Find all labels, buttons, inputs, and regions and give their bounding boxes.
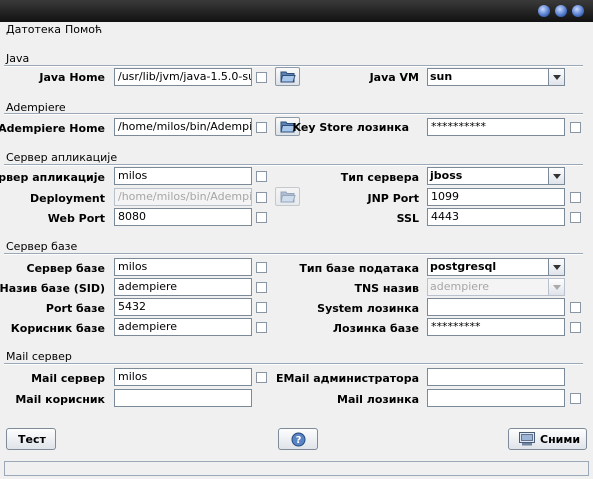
test-button-label: Тест (18, 433, 46, 446)
java-vm-value: sun (430, 70, 453, 83)
app-server-field[interactable]: milos (114, 167, 252, 185)
db-server-label: Сервер базе (26, 262, 106, 275)
title-bar[interactable] (0, 0, 593, 22)
java-vm-label: Java VM (369, 71, 419, 84)
mail-password-field[interactable] (427, 389, 565, 407)
save-button-label: Сними (540, 433, 581, 446)
section-adempiere-separator (4, 113, 583, 115)
chevron-down-icon[interactable] (548, 69, 564, 85)
jnp-port-label: JNP Port (367, 192, 420, 205)
help-icon: ? (291, 432, 306, 447)
web-port-checkbox[interactable] (256, 212, 267, 223)
system-password-field[interactable] (427, 298, 565, 316)
db-type-label: Тип базе података (299, 262, 419, 275)
save-button[interactable]: Сними (508, 428, 587, 450)
db-port-checkbox[interactable] (256, 302, 267, 313)
chevron-down-icon (548, 279, 564, 295)
status-bar (4, 461, 589, 476)
chevron-down-icon[interactable] (548, 168, 564, 184)
java-home-browse-button[interactable] (275, 67, 300, 86)
db-password-checkbox[interactable] (570, 322, 581, 333)
db-name-field[interactable]: adempiere (114, 278, 252, 296)
keystore-password-field[interactable]: ********** (427, 118, 565, 136)
db-port-label: Port базе (45, 302, 105, 315)
adempiere-home-checkbox[interactable] (256, 122, 267, 133)
app-server-checkbox[interactable] (256, 171, 267, 182)
db-user-field[interactable]: adempiere (114, 318, 252, 336)
admin-email-field[interactable] (427, 368, 565, 386)
ssl-label: SSL (396, 212, 419, 225)
db-type-value: postgresql (430, 260, 497, 273)
ssl-port-field[interactable]: 4443 (427, 208, 565, 226)
db-type-select[interactable]: postgresql (427, 258, 565, 276)
help-button[interactable]: ? (278, 428, 318, 450)
section-mail-server-separator (4, 363, 583, 365)
mail-server-checkbox[interactable] (256, 372, 267, 383)
web-port-field[interactable]: 8080 (114, 208, 252, 226)
db-port-field[interactable]: 5432 (114, 298, 252, 316)
db-server-checkbox[interactable] (256, 262, 267, 273)
section-java-title: Java (6, 52, 30, 65)
deployment-checkbox[interactable] (256, 192, 267, 203)
db-password-label: Лозинка базе (332, 322, 419, 335)
jnp-port-checkbox[interactable] (570, 192, 581, 203)
folder-open-icon (280, 191, 296, 203)
keystore-password-label: Key Store лозинка (292, 121, 409, 134)
server-type-value: jboss (430, 169, 463, 182)
deployment-field: /home/milos/bin/Adempiere (114, 188, 252, 206)
server-type-select[interactable]: jboss (427, 167, 565, 185)
setup-window: Датотека Помоћ Java Java Home /usr/lib/j… (0, 0, 593, 479)
maximize-button[interactable] (555, 5, 567, 17)
test-button[interactable]: Тест (6, 428, 56, 450)
save-icon (519, 432, 535, 446)
menu-file[interactable]: Датотека (6, 23, 61, 36)
deployment-label: Deployment (30, 192, 105, 205)
java-home-field[interactable]: /usr/lib/jvm/java-1.5.0-sun (114, 68, 252, 86)
system-password-checkbox[interactable] (570, 302, 581, 313)
server-type-label: Тип сервера (340, 171, 419, 184)
adempiere-home-field[interactable]: /home/milos/bin/Adempiere (114, 118, 252, 136)
admin-email-label: EMail администратора (276, 372, 419, 385)
mail-password-label: Mail лозинка (337, 393, 419, 406)
ssl-port-checkbox[interactable] (570, 212, 581, 223)
jnp-port-field[interactable]: 1099 (427, 188, 565, 206)
web-port-label: Web Port (47, 212, 105, 225)
menu-bar: Датотека Помоћ (0, 22, 593, 39)
db-server-field[interactable]: milos (114, 258, 252, 276)
section-db-server-title: Сервер базе (6, 240, 78, 253)
tns-name-select: adempiere (427, 278, 565, 296)
mail-server-field[interactable]: milos (114, 368, 252, 386)
section-app-server-title: Сервер апликације (6, 151, 118, 164)
folder-open-icon (280, 71, 296, 83)
keystore-password-checkbox[interactable] (570, 122, 581, 133)
db-name-label: Назив базе (SID) (0, 282, 105, 295)
section-db-server-separator (4, 253, 583, 255)
mail-user-field[interactable] (114, 389, 252, 407)
section-app-server-separator (4, 164, 583, 166)
tns-name-value: adempiere (430, 280, 490, 293)
mail-password-checkbox[interactable] (570, 393, 581, 404)
mail-server-label: Mail сервер (31, 372, 105, 385)
system-password-label: System лозинка (317, 302, 419, 315)
db-user-checkbox[interactable] (256, 322, 267, 333)
close-button[interactable] (572, 5, 584, 17)
app-server-label: Сервер апликације (0, 171, 105, 184)
menu-help[interactable]: Помоћ (65, 23, 102, 36)
tns-name-label: TNS назив (354, 282, 419, 295)
svg-text:?: ? (296, 435, 302, 446)
java-home-label: Java Home (39, 71, 105, 84)
chevron-down-icon[interactable] (548, 259, 564, 275)
db-name-checkbox[interactable] (256, 282, 267, 293)
section-mail-server-title: Mail сервер (6, 350, 72, 363)
minimize-button[interactable] (538, 5, 550, 17)
db-password-field[interactable]: ********* (427, 318, 565, 336)
db-user-label: Корисник базе (10, 322, 105, 335)
deployment-browse-button (275, 187, 300, 206)
mail-user-label: Mail корисник (15, 393, 105, 406)
java-vm-select[interactable]: sun (427, 68, 565, 86)
java-home-checkbox[interactable] (256, 72, 267, 83)
adempiere-home-label: Adempiere Home (0, 122, 105, 135)
